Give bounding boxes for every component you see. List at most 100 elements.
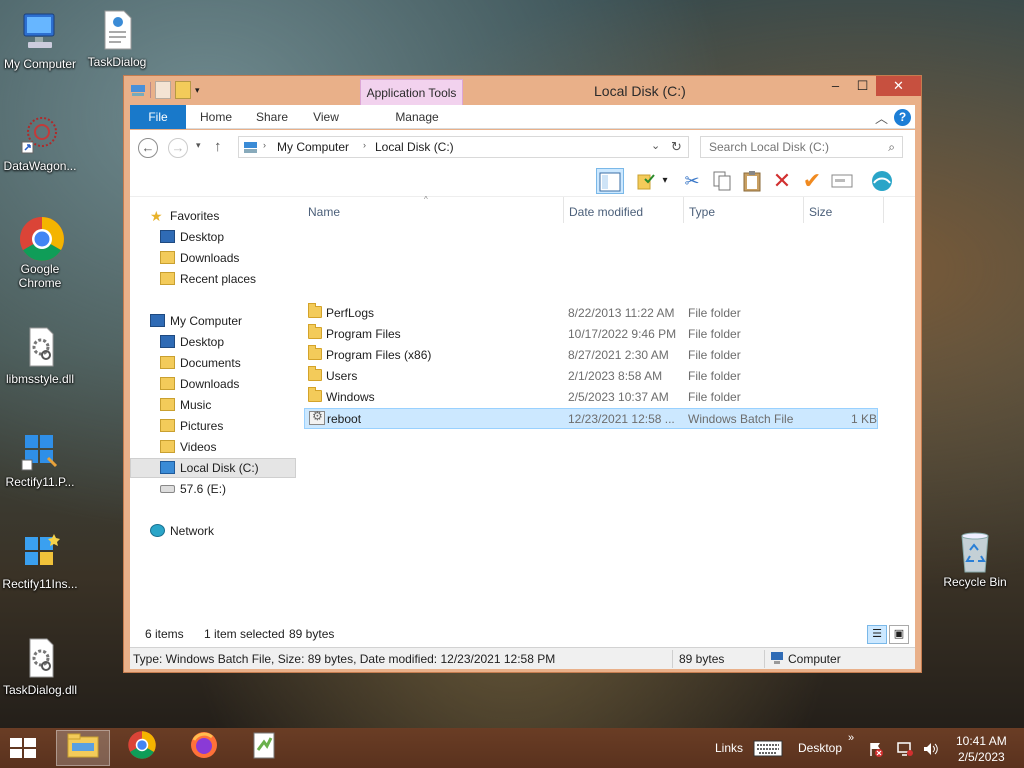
chrome-icon: [127, 730, 157, 768]
clock-time[interactable]: 10:41 AM: [956, 734, 1007, 748]
nav-favorites-desktop[interactable]: Desktop: [130, 227, 296, 247]
help-icon[interactable]: ?: [894, 109, 911, 126]
nav-computer-documents[interactable]: Documents: [130, 353, 296, 373]
clock-date[interactable]: 2/5/2023: [958, 750, 1005, 764]
rename-checkmark-icon[interactable]: ✔: [798, 168, 826, 194]
desktop-icon-datawagon[interactable]: DataWagon...: [0, 112, 80, 173]
breadcrumb-my-computer[interactable]: My Computer: [277, 140, 349, 154]
start-button[interactable]: [8, 736, 38, 760]
view-options-chevron-icon[interactable]: ▾: [658, 168, 672, 194]
network-status-icon[interactable]: [896, 741, 914, 760]
collapse-ribbon-chevron-icon[interactable]: ︿: [875, 108, 888, 127]
file-name: Program Files (x86): [326, 348, 432, 362]
nav-network[interactable]: Network: [130, 521, 296, 541]
paste-icon[interactable]: [738, 168, 766, 194]
links-toolbar[interactable]: Links: [715, 741, 743, 755]
taskbar-firefox[interactable]: [180, 730, 228, 766]
table-row[interactable]: Windows 2/5/2023 10:37 AM File folder: [304, 387, 878, 408]
nav-computer-downloads[interactable]: Downloads: [130, 374, 296, 394]
nav-computer-pictures[interactable]: Pictures: [130, 416, 296, 436]
table-row[interactable]: PerfLogs 8/22/2013 11:22 AM File folder: [304, 303, 878, 324]
nav-favorites[interactable]: ★ Favorites: [130, 206, 296, 226]
desktop-toolbar[interactable]: Desktop: [798, 741, 842, 755]
search-input[interactable]: [701, 137, 871, 157]
computer-icon: [770, 651, 784, 665]
explorer-app-icon[interactable]: [130, 82, 146, 98]
details-view-icon[interactable]: ☰: [867, 625, 887, 644]
table-row[interactable]: Program Files (x86) 8/27/2021 2:30 AM Fi…: [304, 345, 878, 366]
file-date: 12/23/2021 12:58 ...: [568, 412, 675, 426]
large-icons-view-icon[interactable]: ▣: [889, 625, 909, 644]
table-row[interactable]: Users 2/1/2023 8:58 AM File folder: [304, 366, 878, 387]
refresh-icon[interactable]: ↻: [671, 139, 682, 155]
nav-computer-desktop[interactable]: Desktop: [130, 332, 296, 352]
folder-icon: [308, 366, 322, 381]
taskbar-google-chrome[interactable]: [118, 730, 166, 766]
close-button[interactable]: ✕: [876, 76, 921, 96]
keyboard-icon[interactable]: [753, 740, 783, 760]
chevron-right-icon[interactable]: ›: [263, 140, 266, 150]
desktop-icon-taskdialog[interactable]: TaskDialog: [77, 8, 157, 69]
details-bar: Type: Windows Batch File, Size: 89 bytes…: [130, 647, 915, 669]
desktop-icon-google-chrome[interactable]: Google Chrome: [0, 215, 80, 290]
desktop-icon-taskdialog-dll[interactable]: TaskDialog.dll: [0, 636, 80, 697]
nav-my-computer[interactable]: My Computer: [130, 311, 296, 331]
title-bar[interactable]: ▾ Application Tools Local Disk (C:) – ☐ …: [124, 76, 921, 105]
rename-field-icon[interactable]: [828, 168, 856, 194]
breadcrumb-local-disk[interactable]: Local Disk (C:): [375, 140, 454, 154]
nav-computer-local-disk[interactable]: Local Disk (C:): [130, 458, 296, 478]
up-arrow-icon[interactable]: ↑: [214, 138, 222, 155]
window-title: Local Disk (C:): [594, 83, 686, 99]
chevron-right-icon[interactable]: ›: [363, 140, 366, 150]
flag-alert-icon[interactable]: [868, 741, 884, 760]
table-row-selected[interactable]: reboot 12/23/2021 12:58 ... Windows Batc…: [304, 408, 878, 429]
address-bar[interactable]: › My Computer › Local Disk (C:) ⌄ ↻: [238, 136, 689, 158]
back-button[interactable]: ←: [138, 138, 158, 158]
desktop-icon-rectify11-p[interactable]: Rectify11.P...: [0, 428, 80, 489]
copy-icon[interactable]: [708, 168, 736, 194]
preview-pane-icon[interactable]: [596, 168, 624, 194]
column-header-date-modified[interactable]: Date modified: [569, 202, 643, 222]
nav-favorites-recent-places[interactable]: Recent places: [130, 269, 296, 289]
nav-favorites-downloads[interactable]: Downloads: [130, 248, 296, 268]
nav-label: Videos: [180, 440, 217, 454]
properties-checkmark-icon[interactable]: [632, 168, 660, 194]
desktop-icon-libmsstyle[interactable]: libmsstyle.dll: [0, 325, 80, 386]
desktop-icon-recycle-bin[interactable]: Recycle Bin: [935, 528, 1015, 589]
taskbar-notepad-plus[interactable]: [240, 730, 288, 766]
desktop-icon-label: DataWagon...: [3, 159, 77, 173]
maximize-button[interactable]: ☐: [849, 76, 876, 96]
minimize-button[interactable]: –: [822, 76, 849, 96]
properties-icon[interactable]: [155, 81, 171, 99]
cut-icon[interactable]: ✂: [678, 168, 706, 194]
taskbar-file-explorer[interactable]: [56, 730, 110, 766]
search-icon[interactable]: ⌕: [888, 140, 895, 155]
recent-locations-chevron-icon[interactable]: ▾: [196, 140, 201, 151]
column-header-type[interactable]: Type: [689, 202, 715, 222]
application-tools-tab[interactable]: Application Tools: [360, 79, 463, 105]
tab-view[interactable]: View: [303, 105, 349, 129]
nav-computer-drive-e[interactable]: 57.6 (E:): [130, 479, 296, 499]
column-header-size[interactable]: Size: [809, 202, 832, 222]
toolbar-overflow-chevron-icon[interactable]: »: [848, 732, 854, 744]
tab-file[interactable]: File: [130, 105, 186, 129]
file-date: 8/27/2021 2:30 AM: [568, 348, 669, 362]
notepad-plus-icon: [250, 730, 278, 768]
delete-icon[interactable]: ✕: [768, 168, 796, 194]
desktop-icon-my-computer[interactable]: My Computer: [0, 10, 80, 71]
nav-computer-videos[interactable]: Videos: [130, 437, 296, 457]
volume-icon[interactable]: [922, 741, 940, 760]
new-folder-icon[interactable]: [175, 81, 191, 99]
column-header-name[interactable]: Name: [308, 202, 340, 222]
customize-qat-chevron-icon[interactable]: ▾: [195, 85, 200, 96]
address-dropdown-icon[interactable]: ⌄: [651, 139, 660, 152]
forward-button[interactable]: →: [168, 138, 188, 158]
table-row[interactable]: Program Files 10/17/2022 9:46 PM File fo…: [304, 324, 878, 345]
tab-manage[interactable]: Manage: [367, 105, 467, 129]
tab-home[interactable]: Home: [190, 105, 242, 129]
desktop-icon-rectify11-installer[interactable]: Rectify11Ins...: [0, 530, 80, 591]
shell-icon[interactable]: [868, 168, 896, 194]
nav-computer-music[interactable]: Music: [130, 395, 296, 415]
tab-share[interactable]: Share: [247, 105, 297, 129]
downloads-folder-icon: [160, 377, 175, 390]
